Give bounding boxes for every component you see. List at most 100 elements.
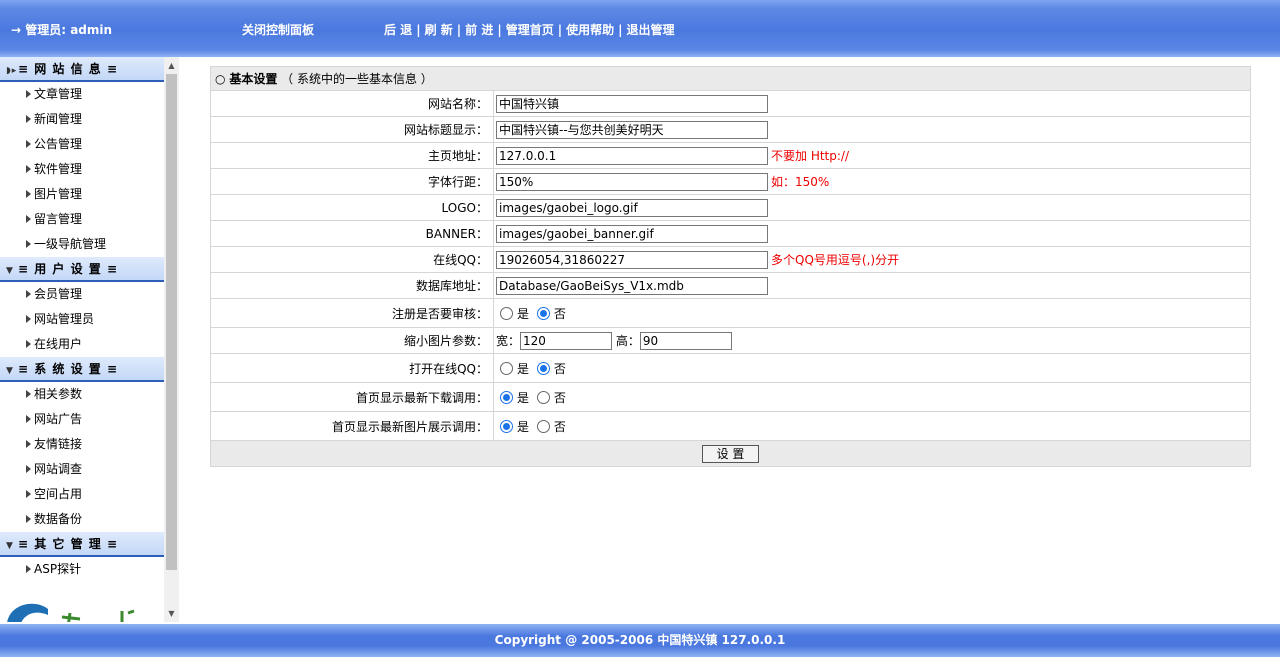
item-label: 网站调查 — [34, 462, 83, 476]
arrow-right-icon — [26, 315, 31, 323]
reg-audit-yes-radio[interactable] — [500, 306, 513, 320]
arrow-right-icon — [26, 165, 31, 173]
nav-forward-link[interactable]: 前 进 — [465, 23, 493, 37]
sidebar-section-system-settings[interactable]: ▼ ≡ 系 统 设 置 ≡ — [0, 357, 164, 382]
site-name-label: 网站名称： — [210, 90, 494, 117]
logo-label: LOGO： — [210, 194, 494, 221]
sidebar-item-articles[interactable]: 文章管理 — [0, 82, 164, 107]
sidebar-item-ads[interactable]: 网站广告 — [0, 407, 164, 432]
arrow-right-icon — [26, 90, 31, 98]
line-height-input[interactable] — [496, 172, 768, 191]
scroll-up-icon[interactable]: ▲ — [164, 57, 179, 74]
arrow-right-icon — [26, 515, 31, 523]
nav-help-link[interactable]: 使用帮助 — [566, 23, 614, 37]
item-label: 软件管理 — [34, 162, 83, 176]
no-label: 否 — [553, 361, 566, 376]
thumb-width-label: 宽： — [496, 333, 521, 348]
arrow-right-icon — [26, 190, 31, 198]
thumb-height-label: 高： — [615, 333, 640, 348]
open-qq-no-radio[interactable] — [536, 361, 550, 375]
sidebar-item-asp-probe[interactable]: ASP探针 — [0, 557, 164, 582]
nav-back-link[interactable]: 后 退 — [384, 23, 412, 37]
open-qq-label: 打开在线QQ： — [210, 353, 494, 383]
nav-admin-home-link[interactable]: 管理首页 — [506, 23, 554, 37]
item-label: 公告管理 — [34, 137, 83, 151]
arrow-right-icon — [26, 115, 31, 123]
sidebar-logo — [0, 597, 164, 622]
section-title: ≡ 系 统 设 置 ≡ — [18, 362, 118, 376]
form-heading: ○ 基本设置 （ 系统中的一些基本信息 ） — [210, 66, 1251, 91]
item-label: 网站管理员 — [34, 312, 95, 326]
sidebar-item-messages[interactable]: 留言管理 — [0, 207, 164, 232]
arrow-right-icon — [26, 215, 31, 223]
arrow-right-icon — [26, 415, 31, 423]
home-picture-no-radio[interactable] — [536, 419, 550, 433]
qq-input[interactable] — [496, 250, 768, 269]
logo-input[interactable] — [496, 198, 768, 217]
sidebar-scrollbar[interactable]: ▲ ▼ — [164, 57, 179, 622]
top-bar: → 管理员: admin 关闭控制面板 后 退 | 刷 新 | 前 进 | 管理首页 | 使用帮… — [0, 0, 1280, 57]
submit-button[interactable]: 设 置 — [701, 444, 760, 463]
sidebar-section-user-settings[interactable]: ▼ ≡ 用 户 设 置 ≡ — [0, 257, 164, 282]
collapse-icon: ▼ — [6, 366, 14, 376]
sidebar-item-notices[interactable]: 公告管理 — [0, 132, 164, 157]
db-path-input[interactable] — [496, 276, 768, 295]
home-download-no-radio[interactable] — [536, 390, 550, 404]
arrow-right-icon — [26, 240, 31, 248]
settings-panel: ○ 基本设置 （ 系统中的一些基本信息 ） 网站名称： 网站标题显示： 主页地址… — [210, 66, 1251, 467]
sidebar-section-site-info[interactable]: ◗▸≡ 网 站 信 息 ≡ — [0, 57, 164, 82]
collapse-icon: ◗▸ — [6, 66, 18, 76]
sidebar-item-online-users[interactable]: 在线用户 — [0, 332, 164, 357]
sidebar-item-params[interactable]: 相关参数 — [0, 382, 164, 407]
item-label: 留言管理 — [34, 212, 83, 226]
sidebar-section-other[interactable]: ▼ ≡ 其 它 管 理 ≡ — [0, 532, 164, 557]
thumb-width-input[interactable] — [520, 331, 613, 350]
site-title-input[interactable] — [496, 120, 768, 139]
top-nav: 后 退 | 刷 新 | 前 进 | 管理首页 | 使用帮助 | 退出管理 — [384, 23, 675, 37]
no-label: 否 — [553, 306, 566, 321]
item-label: 图片管理 — [34, 187, 83, 201]
sidebar-item-nav[interactable]: 一级导航管理 — [0, 232, 164, 257]
thumb-height-input[interactable] — [639, 331, 732, 350]
item-label: 在线用户 — [34, 337, 83, 351]
sidebar-item-news[interactable]: 新闻管理 — [0, 107, 164, 132]
item-label: 会员管理 — [34, 287, 83, 301]
home-download-yes-radio[interactable] — [500, 390, 513, 404]
sidebar-item-backup[interactable]: 数据备份 — [0, 507, 164, 532]
item-label: 新闻管理 — [34, 112, 83, 126]
reg-audit-no-radio[interactable] — [536, 306, 550, 320]
home-url-input[interactable] — [496, 146, 768, 165]
line-height-label: 字体行距： — [210, 168, 494, 195]
db-label: 数据库地址： — [210, 272, 494, 299]
open-qq-yes-radio[interactable] — [500, 361, 513, 375]
item-label: 空间占用 — [34, 487, 83, 501]
site-title-label: 网站标题显示： — [210, 116, 494, 143]
sidebar-item-space[interactable]: 空间占用 — [0, 482, 164, 507]
reg-audit-label: 注册是否要审核： — [210, 298, 494, 328]
settings-form: ○ 基本设置 （ 系统中的一些基本信息 ） 网站名称： 网站标题显示： 主页地址… — [210, 66, 1251, 467]
sidebar-item-images[interactable]: 图片管理 — [0, 182, 164, 207]
site-name-input[interactable] — [496, 94, 768, 113]
sidebar: ◗▸≡ 网 站 信 息 ≡ 文章管理 新闻管理 公告管理 软件管理 图片管理 留… — [0, 57, 164, 622]
collapse-icon: ▼ — [6, 541, 14, 551]
scroll-down-icon[interactable]: ▼ — [164, 605, 179, 622]
collapse-icon: ▼ — [6, 266, 14, 276]
sidebar-item-members[interactable]: 会员管理 — [0, 282, 164, 307]
home-picture-yes-radio[interactable] — [500, 419, 513, 433]
arrow-right-icon — [26, 440, 31, 448]
arrow-right-icon — [26, 490, 31, 498]
banner-input[interactable] — [496, 224, 768, 243]
arrow-right-icon — [26, 340, 31, 348]
sidebar-item-software[interactable]: 软件管理 — [0, 157, 164, 182]
scrollbar-thumb[interactable] — [166, 74, 177, 570]
thumb-label: 缩小图片参数： — [210, 327, 494, 354]
sidebar-item-admins[interactable]: 网站管理员 — [0, 307, 164, 332]
item-label: 网站广告 — [34, 412, 83, 426]
nav-logout-link[interactable]: 退出管理 — [627, 23, 675, 37]
yes-label: 是 — [517, 361, 530, 376]
sidebar-item-survey[interactable]: 网站调查 — [0, 457, 164, 482]
nav-refresh-link[interactable]: 刷 新 — [425, 23, 453, 37]
close-panel-link[interactable]: 关闭控制面板 — [242, 21, 314, 38]
section-title: ≡ 用 户 设 置 ≡ — [18, 262, 118, 276]
sidebar-item-links[interactable]: 友情链接 — [0, 432, 164, 457]
